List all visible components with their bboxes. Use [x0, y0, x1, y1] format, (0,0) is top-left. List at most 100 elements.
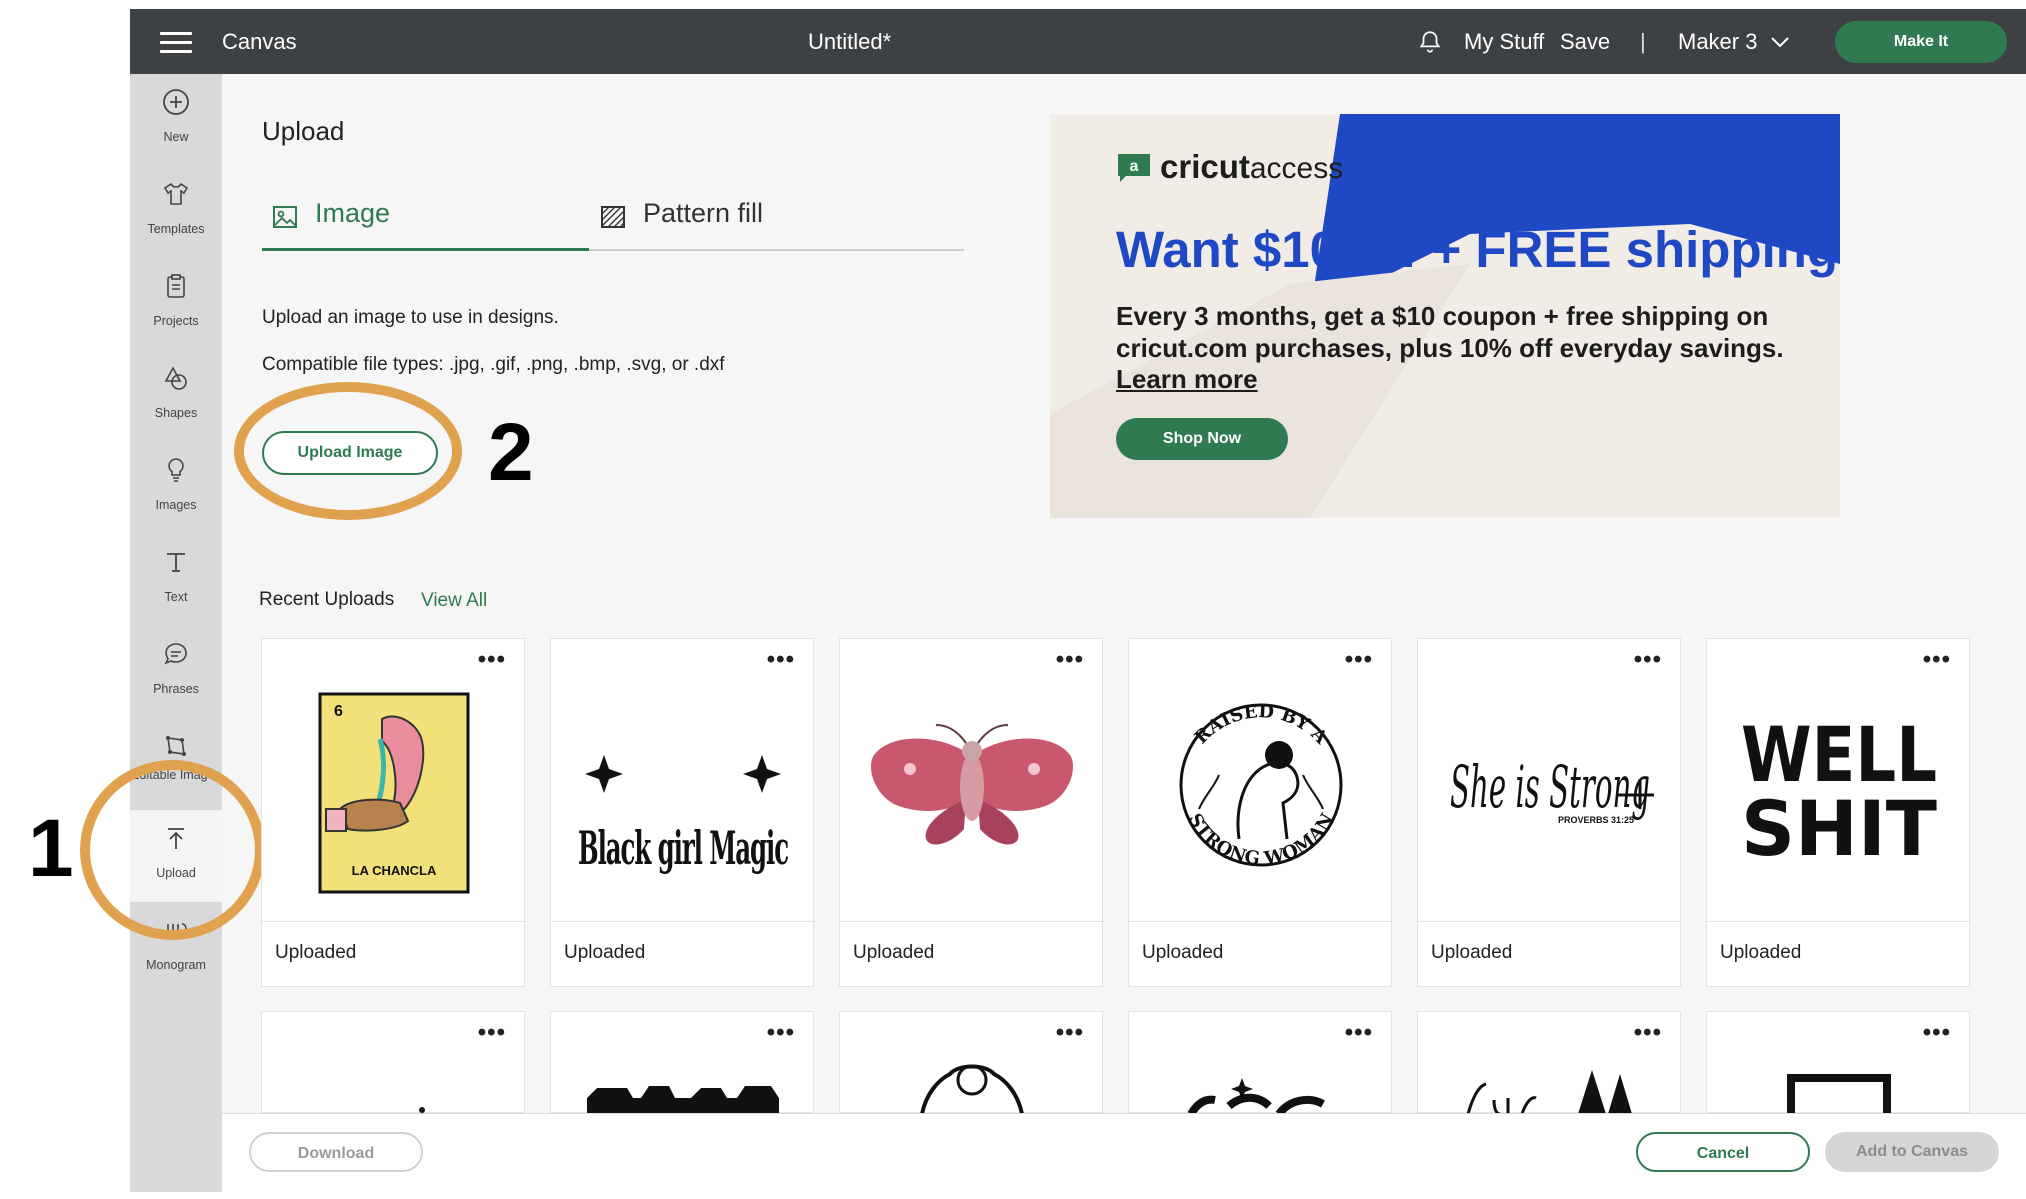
card-caption-text: Uploaded: [853, 942, 935, 963]
learn-more-link[interactable]: Learn more: [1116, 364, 1258, 395]
upload-card[interactable]: ••• Uploaded: [839, 638, 1104, 988]
sidebar-item-projects[interactable]: Projects: [130, 258, 222, 350]
chevron-down-icon[interactable]: [1770, 34, 1790, 50]
annotation-ring-upload-button: [234, 382, 462, 520]
tab-image[interactable]: Image: [262, 196, 589, 248]
upload-card[interactable]: ••• She is Strong PROVERBS 31:25 Uploade…: [1417, 638, 1682, 988]
upload-card[interactable]: •••: [839, 1011, 1103, 1114]
more-options-icon[interactable]: •••: [1056, 1021, 1084, 1045]
active-tab-indicator: [262, 248, 589, 251]
card-caption: Uploaded: [1707, 921, 1971, 988]
ad-headline: Want $10 off + FREE shipping?: [1116, 221, 1840, 278]
sidebar-item-text[interactable]: Text: [130, 534, 222, 626]
art-text: Black girl Magic: [578, 821, 788, 875]
sidebar-item-label: New: [163, 130, 189, 144]
art-text: She is Strong: [1450, 753, 1650, 821]
more-options-icon[interactable]: •••: [478, 1021, 506, 1045]
document-title[interactable]: Untitled*: [808, 9, 891, 74]
upload-card[interactable]: •••: [550, 1011, 814, 1114]
upload-card[interactable]: ••• 6 LA CHANCLA Uploaded: [261, 638, 526, 987]
sidebar-item-shapes[interactable]: Shapes: [130, 350, 222, 442]
bell-icon[interactable]: [1417, 29, 1443, 55]
file-types-text: Compatible file types: .jpg, .gif, .png,…: [262, 354, 725, 375]
annotation-step-2: 2: [488, 407, 534, 498]
save-button[interactable]: Save: [1560, 9, 1610, 74]
sidebar-item-images[interactable]: Images: [130, 442, 222, 534]
sidebar-item-phrases[interactable]: Phrases: [130, 626, 222, 718]
sidebar-item-new[interactable]: New: [130, 74, 222, 166]
page-title: Upload: [262, 116, 345, 146]
card-caption: Uploaded: [1418, 921, 1682, 988]
card-caption: Uploaded: [1129, 921, 1393, 988]
svg-text:RAISED BY A: RAISED BY A: [1191, 701, 1332, 749]
upload-thumbnail-black-girl-magic: Black girl Magic: [551, 659, 815, 909]
shapes-icon: [164, 366, 187, 390]
card-caption: Uploaded: [840, 921, 1104, 988]
upload-card[interactable]: •••: [1417, 1011, 1681, 1114]
bottom-action-bar: Download Cancel Add to Canvas: [222, 1113, 2026, 1199]
upload-thumbnail-partial: [587, 1086, 779, 1114]
left-sidebar: New Templates Projects Shapes Images Tex…: [130, 74, 222, 1192]
cricut-access-ad[interactable]: a cricutaccess Want $10 off + FREE shipp…: [1050, 114, 1840, 518]
add-to-canvas-button[interactable]: Add to Canvas: [1825, 1132, 1999, 1172]
more-options-icon[interactable]: •••: [767, 1021, 795, 1045]
upload-thumbnail-partial: [419, 1107, 425, 1113]
download-button[interactable]: Download: [249, 1132, 423, 1172]
hamburger-menu-icon[interactable]: [160, 32, 192, 53]
card-number: 6: [334, 703, 343, 720]
upload-card[interactable]: •••: [261, 1011, 525, 1113]
more-options-icon[interactable]: •••: [1923, 1021, 1951, 1045]
view-all-link[interactable]: View All: [421, 590, 487, 612]
upload-description: Upload an image to use in designs.: [262, 307, 559, 328]
pattern-icon: [601, 206, 625, 228]
card-caption-text: Uploaded: [1142, 942, 1224, 963]
upload-thumbnail-moth: [840, 659, 1104, 909]
ad-body: Every 3 months, get a $10 coupon + free …: [1116, 301, 1784, 363]
sidebar-item-label: Phrases: [153, 682, 199, 696]
top-bar: Canvas Untitled* My Stuff Save | Maker 3…: [130, 9, 2026, 74]
make-it-button[interactable]: Make It: [1835, 21, 2007, 63]
art-text-top: RAISED BY A: [1191, 701, 1332, 749]
upload-card[interactable]: ••• WELL SHIT Uploaded: [1706, 638, 1971, 988]
plus-circle-icon: [163, 89, 189, 115]
upload-card[interactable]: ••• RAISED BY A STRONG WOMAN Uploaded: [1128, 638, 1393, 988]
upload-thumbnail-loteria: 6 LA CHANCLA: [262, 659, 526, 909]
svg-text:STRONG WOMAN: STRONG WOMAN: [1184, 810, 1338, 870]
upload-thumbnail-partial: [1466, 1070, 1632, 1114]
sidebar-item-label: Monogram: [146, 958, 206, 972]
sidebar-item-label: Text: [164, 590, 188, 604]
sidebar-item-label: Projects: [153, 314, 199, 328]
card-caption-text: Uploaded: [275, 942, 357, 963]
upload-card[interactable]: ••• Black girl Magic Uploaded: [550, 638, 815, 987]
tab-pattern-fill[interactable]: Pattern fill: [590, 196, 964, 248]
cancel-button[interactable]: Cancel: [1636, 1132, 1810, 1172]
upload-card[interactable]: •••: [1128, 1011, 1392, 1114]
tab-label: Pattern fill: [643, 198, 764, 228]
speech-bubble-icon: [164, 643, 187, 665]
machine-selector[interactable]: Maker 3: [1678, 9, 1757, 74]
art-text-bottom: STRONG WOMAN: [1184, 810, 1338, 870]
text-icon: [167, 553, 185, 572]
upload-card[interactable]: •••: [1706, 1011, 1970, 1114]
image-icon: [273, 206, 297, 228]
more-options-icon[interactable]: •••: [1345, 1021, 1373, 1045]
upload-thumbnail-partial: [1187, 1078, 1325, 1114]
sidebar-item-templates[interactable]: Templates: [130, 166, 222, 258]
editable-images-icon: [166, 736, 186, 756]
shirt-icon: [163, 182, 189, 205]
app-name: Canvas: [222, 29, 297, 54]
sidebar-item-label: Shapes: [154, 406, 198, 420]
more-options-icon[interactable]: •••: [1634, 1021, 1662, 1045]
upload-thumbnail-partial: [920, 1064, 1024, 1114]
card-caption-text: Uploaded: [1720, 942, 1802, 963]
annotation-step-1: 1: [28, 803, 74, 894]
upload-thumbnail-partial: [1787, 1074, 1891, 1114]
svg-text:a: a: [1130, 158, 1139, 175]
art-sub: PROVERBS 31:25: [1558, 815, 1634, 825]
shop-now-button[interactable]: Shop Now: [1116, 418, 1288, 460]
art-text-2: SHIT: [1741, 784, 1937, 873]
card-caption-text: Uploaded: [564, 942, 646, 963]
clipboard-icon: [167, 274, 185, 298]
card-caption-art: LA CHANCLA: [352, 863, 437, 878]
my-stuff-link[interactable]: My Stuff: [1464, 9, 1544, 74]
